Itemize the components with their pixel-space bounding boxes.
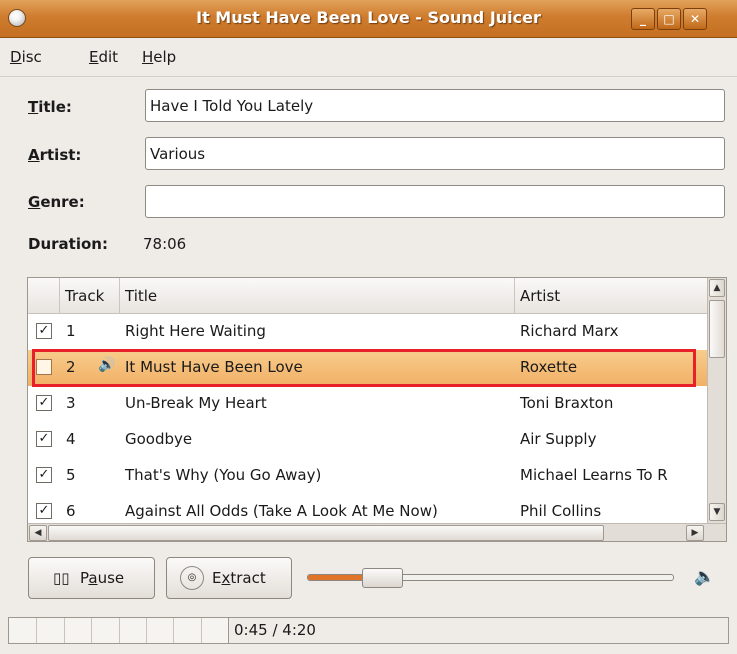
track-title: Right Here Waiting — [125, 322, 266, 340]
seek-slider-fill — [308, 575, 371, 580]
column-title-header[interactable]: Title — [119, 278, 514, 314]
track-number: 2 — [66, 358, 76, 376]
minimize-button[interactable]: _ — [631, 8, 655, 30]
extract-button[interactable]: ◎ Extract — [166, 557, 292, 599]
maximize-button[interactable]: □ — [657, 8, 681, 30]
track-title: That's Why (You Go Away) — [125, 466, 322, 484]
volume-icon[interactable]: 🔈 — [694, 567, 715, 587]
progress-segment — [145, 618, 147, 643]
close-button[interactable]: ✕ — [683, 8, 707, 30]
extract-checkbox[interactable]: ✓ — [36, 323, 52, 339]
status-progress-bar — [8, 617, 229, 644]
cd-icon: ◎ — [180, 566, 204, 590]
extract-checkbox[interactable]: ✓ — [36, 395, 52, 411]
progress-segment — [36, 618, 38, 643]
track-artist: Richard Marx — [520, 322, 619, 340]
title-label: Title: — [28, 98, 72, 116]
pause-button[interactable]: ▯▯ Pause — [28, 557, 155, 599]
extract-checkbox[interactable]: ✓ — [36, 467, 52, 483]
horizontal-scrollbar[interactable]: ◀ ▶ — [28, 523, 726, 541]
track-title: Goodbye — [125, 430, 193, 448]
vertical-scroll-thumb[interactable] — [709, 300, 725, 358]
track-list-header: Track Title Artist — [28, 278, 707, 314]
track-artist: Toni Braxton — [520, 394, 614, 412]
column-track-header[interactable]: Track — [59, 278, 119, 314]
progress-segment — [91, 618, 93, 643]
title-bar: It Must Have Been Love - Sound Juicer _ … — [0, 0, 737, 38]
track-number: 1 — [66, 322, 76, 340]
track-row[interactable]: ✓ 6 Against All Odds (Take A Look At Me No… — [28, 494, 707, 525]
track-rows: ✓ 1 Right Here Waiting Richard Marx 2 🔊 It Mus… — [28, 314, 707, 525]
progress-segment — [173, 618, 175, 643]
extract-checkbox[interactable]: ✓ — [36, 503, 52, 519]
duration-label: Duration: — [28, 235, 108, 253]
horizontal-scroll-thumb[interactable] — [48, 525, 604, 541]
track-row[interactable]: ✓ 5 That's Why (You Go Away) Michael Learns… — [28, 458, 707, 494]
pause-icon: ▯▯ — [53, 569, 70, 587]
track-artist: Michael Learns To R — [520, 466, 668, 484]
menu-disc[interactable]: Disc — [10, 48, 42, 66]
scroll-down-button[interactable]: ▼ — [709, 503, 725, 521]
track-row[interactable]: ✓ 4 Goodbye Air Supply — [28, 422, 707, 458]
extract-checkbox[interactable]: ✓ — [36, 431, 52, 447]
title-input[interactable] — [145, 89, 725, 122]
track-title: It Must Have Been Love — [125, 358, 303, 376]
artist-input[interactable] — [145, 137, 725, 170]
scroll-up-button[interactable]: ▲ — [709, 279, 725, 297]
genre-label: Genre: — [28, 193, 85, 211]
track-artist: Roxette — [520, 358, 578, 376]
extract-checkbox[interactable] — [36, 359, 52, 375]
vertical-scrollbar[interactable]: ▲ ▼ — [707, 278, 726, 523]
track-number: 6 — [66, 502, 76, 520]
scroll-right-button[interactable]: ▶ — [686, 525, 704, 541]
scroll-left-button[interactable]: ◀ — [29, 525, 47, 541]
track-list[interactable]: Track Title Artist ✓ 1 Right Here Waiting R… — [27, 277, 727, 542]
progress-segment — [118, 618, 120, 643]
track-number: 3 — [66, 394, 76, 412]
track-artist: Phil Collins — [520, 502, 602, 520]
track-row[interactable]: ✓ 1 Right Here Waiting Richard Marx — [28, 314, 707, 350]
track-number: 5 — [66, 466, 76, 484]
seek-slider-handle[interactable] — [362, 568, 403, 588]
window-title: It Must Have Been Love - Sound Juicer — [196, 8, 541, 27]
speaker-icon: 🔊 — [98, 357, 116, 373]
column-artist-header[interactable]: Artist — [514, 278, 707, 314]
menu-help[interactable]: Help — [142, 48, 176, 66]
track-title: Un-Break My Heart — [125, 394, 267, 412]
track-row[interactable]: 2 🔊 It Must Have Been Love Roxette — [28, 350, 707, 386]
progress-segment — [63, 618, 65, 643]
track-row[interactable]: ✓ 3 Un-Break My Heart Toni Braxton — [28, 386, 707, 422]
track-title: Against All Odds (Take A Look At Me Now) — [125, 502, 438, 520]
menu-bar: Disc Edit Help — [0, 39, 737, 77]
duration-value: 78:06 — [143, 235, 187, 253]
genre-input[interactable] — [145, 185, 725, 218]
track-number: 4 — [66, 430, 76, 448]
progress-segment — [200, 618, 202, 643]
column-extract-header[interactable] — [28, 278, 59, 314]
track-artist: Air Supply — [520, 430, 597, 448]
menu-edit[interactable]: Edit — [89, 48, 118, 66]
artist-label: Artist: — [28, 146, 82, 164]
status-time: 0:45 / 4:20 — [229, 617, 729, 644]
